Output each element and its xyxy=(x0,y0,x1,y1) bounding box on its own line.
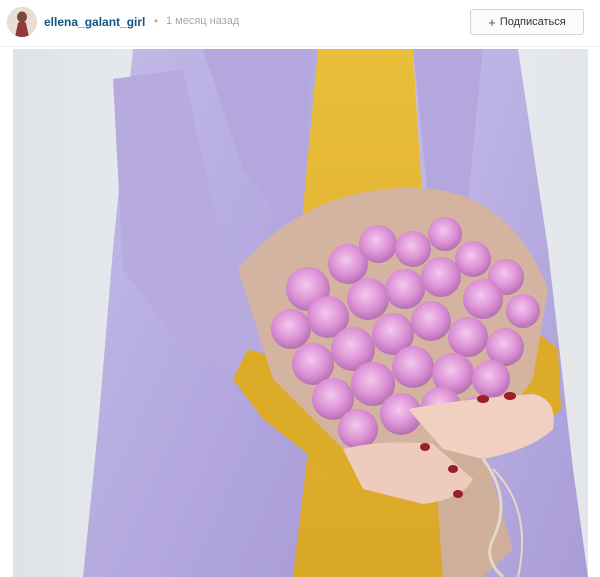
post-header: ellena_galant_girl • 1 месяц назад + Под… xyxy=(0,0,600,47)
plus-icon: + xyxy=(488,14,496,30)
avatar-image xyxy=(7,7,37,37)
user-avatar[interactable] xyxy=(7,7,37,37)
follow-button[interactable]: + Подписаться xyxy=(470,9,584,35)
roses-bouquet-image xyxy=(13,49,588,577)
post-photo[interactable] xyxy=(13,49,588,577)
separator-dot: • xyxy=(154,14,159,28)
post-timestamp[interactable]: 1 месяц назад xyxy=(166,15,239,27)
username-link[interactable]: ellena_galant_girl xyxy=(44,15,145,29)
follow-label: Подписаться xyxy=(499,16,566,28)
